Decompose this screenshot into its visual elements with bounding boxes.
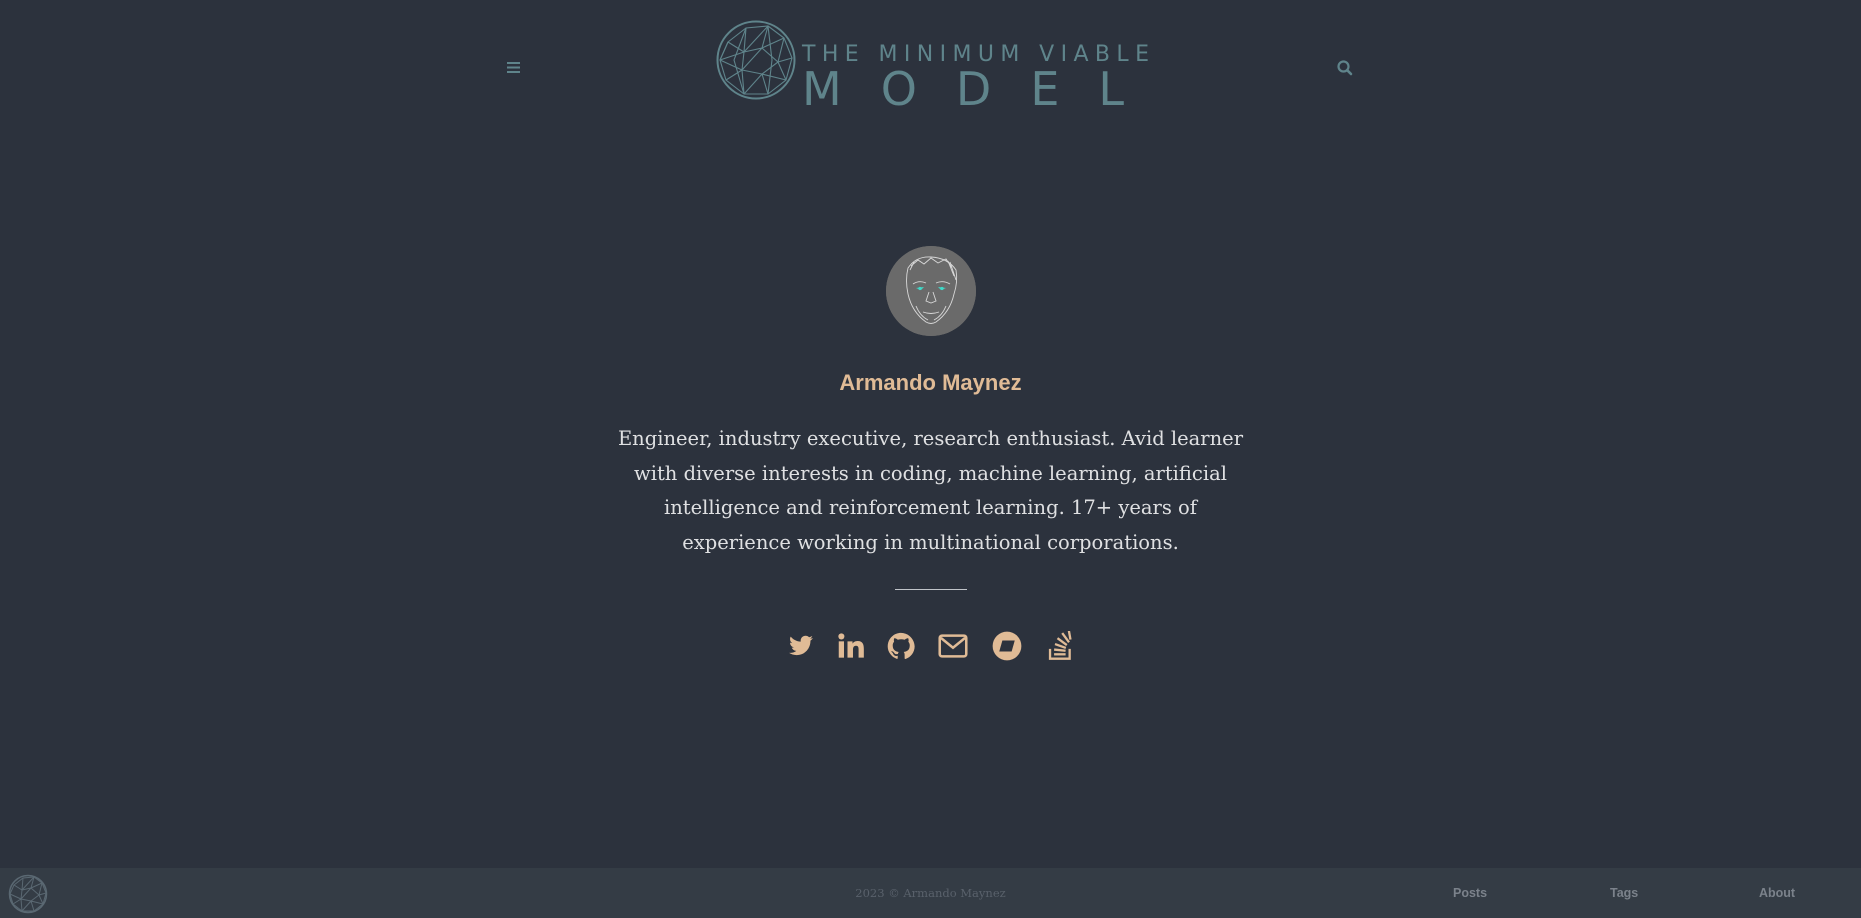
footer-link-posts[interactable]: Posts	[1453, 886, 1487, 900]
footer-link-about[interactable]: About	[1759, 886, 1795, 900]
github-icon[interactable]	[886, 630, 916, 662]
social-links	[0, 630, 1861, 662]
avatar	[885, 246, 976, 336]
face-sketch-icon	[885, 246, 976, 336]
site-footer: 2023 © Armando Maynez Posts Tags About	[0, 868, 1861, 918]
linkedin-icon[interactable]	[836, 630, 866, 662]
author-name: Armando Maynez	[839, 370, 1022, 395]
twitter-icon[interactable]	[786, 630, 816, 662]
site-logo[interactable]: THE MINIMUM VIABLE MODEL	[716, 18, 1149, 112]
globe-logo-icon	[716, 20, 796, 100]
sketchfab-icon[interactable]	[992, 630, 1022, 662]
author-bio: Engineer, industry executive, research e…	[617, 427, 1244, 554]
hamburger-menu-icon[interactable]	[504, 58, 524, 78]
email-icon[interactable]	[937, 630, 968, 662]
divider	[894, 589, 967, 590]
profile-section: Armando Maynez Engineer, industry execut…	[0, 246, 1861, 662]
logo-title: MODEL	[802, 62, 1164, 116]
site-header: THE MINIMUM VIABLE MODEL	[0, 0, 1861, 140]
footer-link-tags[interactable]: Tags	[1610, 886, 1638, 900]
search-icon[interactable]	[1335, 58, 1355, 78]
copyright-text: 2023 © Armando Maynez	[855, 886, 1006, 900]
stackoverflow-icon[interactable]	[1046, 630, 1076, 662]
